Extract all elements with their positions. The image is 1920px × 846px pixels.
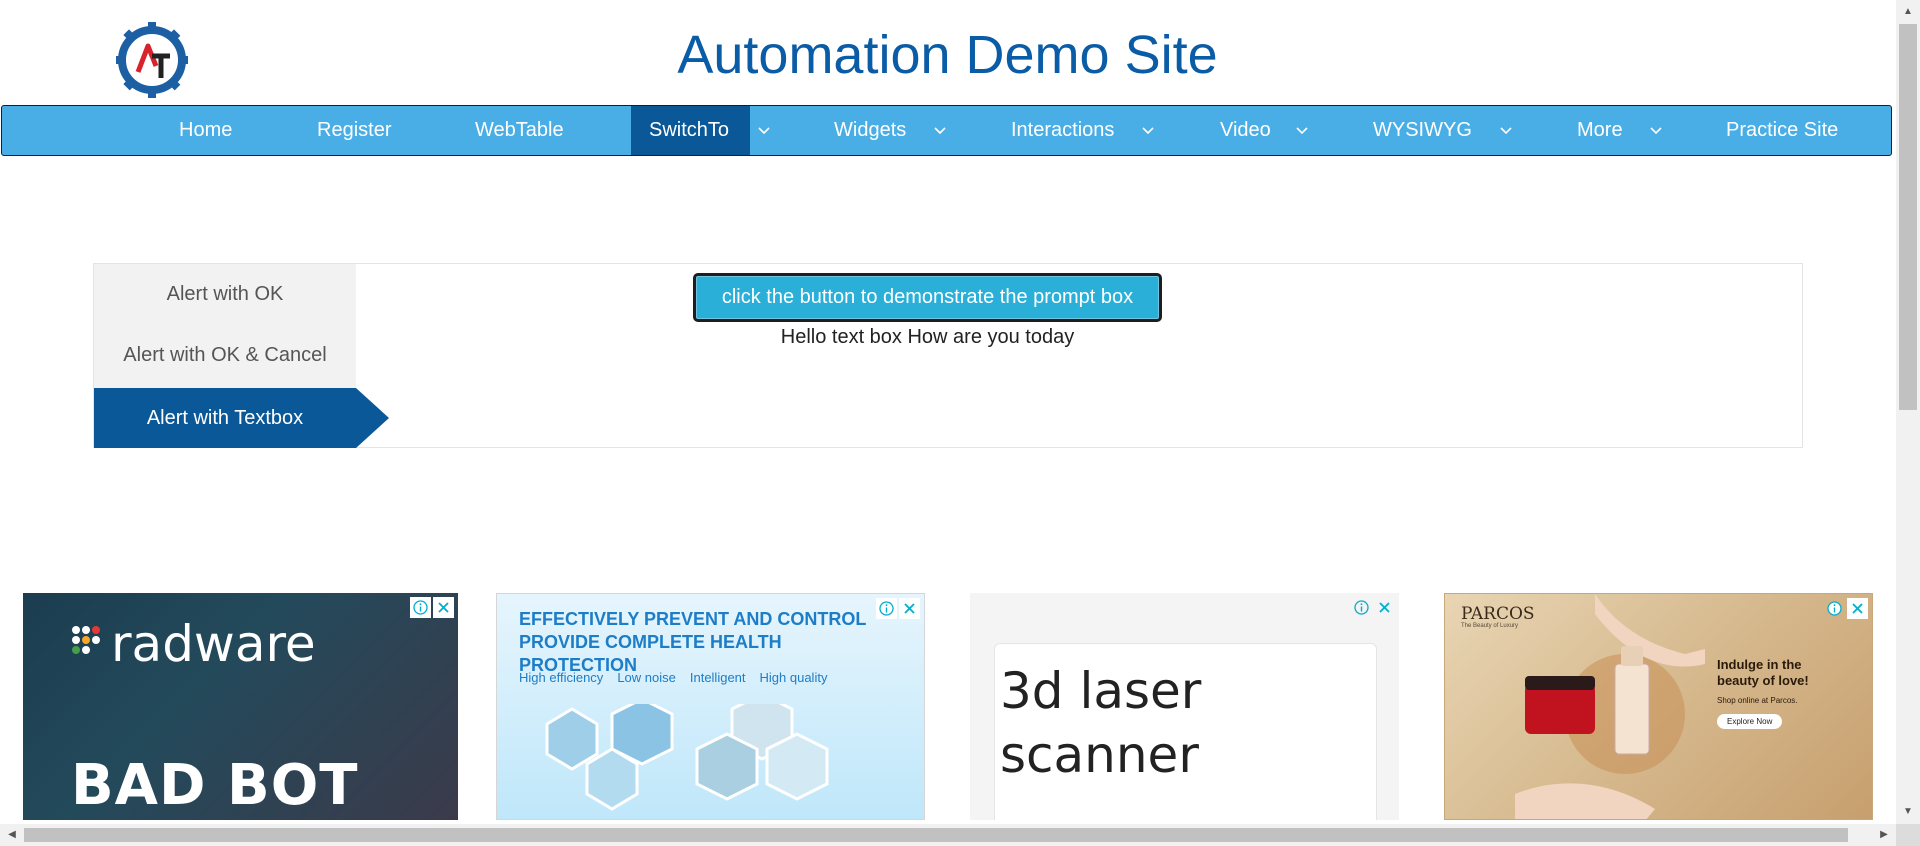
tab-alert-with-ok-cancel[interactable]: Alert with OK & Cancel	[94, 325, 356, 385]
prompt-result-text: Hello text box How are you today	[780, 326, 1075, 348]
site-title: Automation Demo Site	[677, 25, 1218, 85]
ad-headline: BAD BOT	[71, 753, 359, 818]
widgets-chevron-down-icon[interactable]	[925, 106, 955, 155]
ad-product-image	[1515, 594, 1705, 819]
ad-parcos[interactable]: PARCOS The Beauty of Luxury Indulge in t…	[1444, 593, 1873, 820]
ad-subcopy: Shop online at Parcos.	[1717, 696, 1798, 705]
nav-widgets[interactable]: Widgets	[816, 106, 924, 155]
ad-info-icon[interactable]	[876, 598, 897, 619]
ad-feature: Low noise	[617, 670, 676, 685]
alert-tabs: Alert with OK Alert with OK & Cancel Ale…	[94, 264, 356, 448]
ad-close-icon[interactable]	[1374, 597, 1395, 618]
scroll-right-arrow-icon[interactable]: ▶	[1876, 827, 1892, 843]
prompt-box-button[interactable]: click the button to demonstrate the prom…	[693, 273, 1162, 322]
ad-health-protection[interactable]: EFFECTIVELY PREVENT AND CONTROL PROVIDE …	[496, 593, 925, 820]
ad-hexagon-images	[545, 704, 829, 811]
scroll-left-arrow-icon[interactable]: ◀	[4, 827, 20, 843]
nav-register[interactable]: Register	[299, 106, 409, 155]
nav-practice-site[interactable]: Practice Site	[1708, 106, 1856, 155]
main-navbar: Home Register WebTable SwitchTo Widgets …	[1, 105, 1892, 156]
ad-info-icon[interactable]	[410, 597, 431, 618]
nav-home[interactable]: Home	[161, 106, 250, 155]
active-tab-arrow	[356, 388, 389, 448]
nav-switchto[interactable]: SwitchTo	[631, 106, 750, 155]
vertical-scroll-thumb[interactable]	[1899, 24, 1917, 410]
ad-copy: Indulge in the beauty of love!	[1717, 657, 1809, 688]
ad-info-icon[interactable]	[1351, 597, 1372, 618]
scrollbar-corner	[1896, 824, 1920, 846]
nav-more[interactable]: More	[1559, 106, 1641, 155]
ad-close-icon[interactable]	[1847, 598, 1868, 619]
more-chevron-down-icon[interactable]	[1641, 106, 1671, 155]
ad-headline: 3d laser scanner	[1000, 662, 1202, 784]
nav-wysiwyg[interactable]: WYSIWYG	[1355, 106, 1490, 155]
scroll-up-arrow-icon[interactable]: ▲	[1900, 4, 1916, 20]
radware-logo-icon	[71, 625, 101, 673]
ad-radware[interactable]: radware BAD BOT	[23, 593, 458, 820]
switchto-chevron-down-icon[interactable]	[749, 106, 779, 155]
ad-features: High efficiency Low noise Intelligent Hi…	[519, 670, 827, 685]
scroll-down-arrow-icon[interactable]: ▼	[1900, 804, 1916, 820]
ad-feature: High quality	[759, 670, 828, 685]
ad-cta-button[interactable]: Explore Now	[1717, 714, 1783, 729]
ad-feature: Intelligent	[689, 670, 746, 685]
horizontal-scroll-thumb[interactable]	[24, 828, 1848, 842]
ad-headline: EFFECTIVELY PREVENT AND CONTROL PROVIDE …	[519, 609, 867, 675]
nav-webtable[interactable]: WebTable	[457, 106, 582, 155]
interactions-chevron-down-icon[interactable]	[1133, 106, 1163, 155]
ad-close-icon[interactable]	[433, 597, 454, 618]
ad-feature: High efficiency	[519, 670, 604, 685]
nav-video[interactable]: Video	[1202, 106, 1289, 155]
nav-interactions[interactable]: Interactions	[993, 106, 1132, 155]
tab-alert-with-textbox[interactable]: Alert with Textbox	[94, 388, 356, 448]
ad-3d-laser-scanner[interactable]: 3d laser scanner	[970, 593, 1399, 820]
ad-brand: radware	[111, 615, 316, 673]
wysiwyg-chevron-down-icon[interactable]	[1491, 106, 1521, 155]
video-chevron-down-icon[interactable]	[1287, 106, 1317, 155]
ad-info-icon[interactable]	[1824, 598, 1845, 619]
ad-close-icon[interactable]	[899, 598, 920, 619]
tab-alert-with-ok[interactable]: Alert with OK	[94, 264, 356, 324]
